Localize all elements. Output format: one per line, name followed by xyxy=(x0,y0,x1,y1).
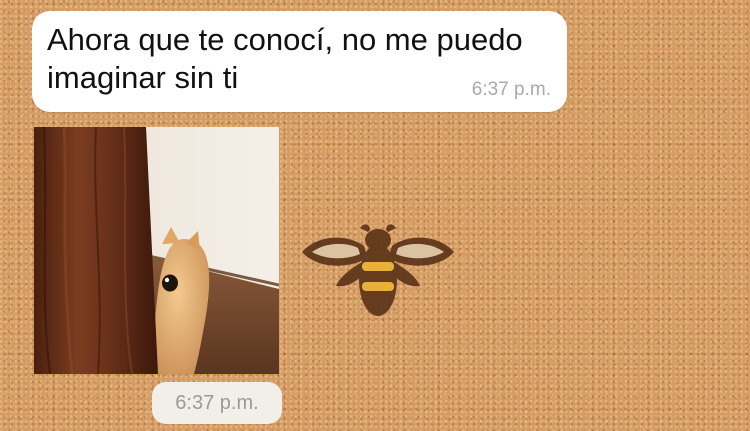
message-text: Ahora que te conocí, no me puedo imagina… xyxy=(47,22,523,95)
photo-timestamp: 6:37 p.m. xyxy=(152,382,282,424)
cat-peeking-photo xyxy=(34,127,279,374)
message-timestamp: 6:37 p.m. xyxy=(471,79,551,100)
photo-message[interactable] xyxy=(34,127,279,374)
chat-area: Ahora que te conocí, no me puedo imagina… xyxy=(0,0,750,431)
bee-icon xyxy=(302,224,454,316)
message-bubble[interactable]: Ahora que te conocí, no me puedo imagina… xyxy=(32,11,567,112)
